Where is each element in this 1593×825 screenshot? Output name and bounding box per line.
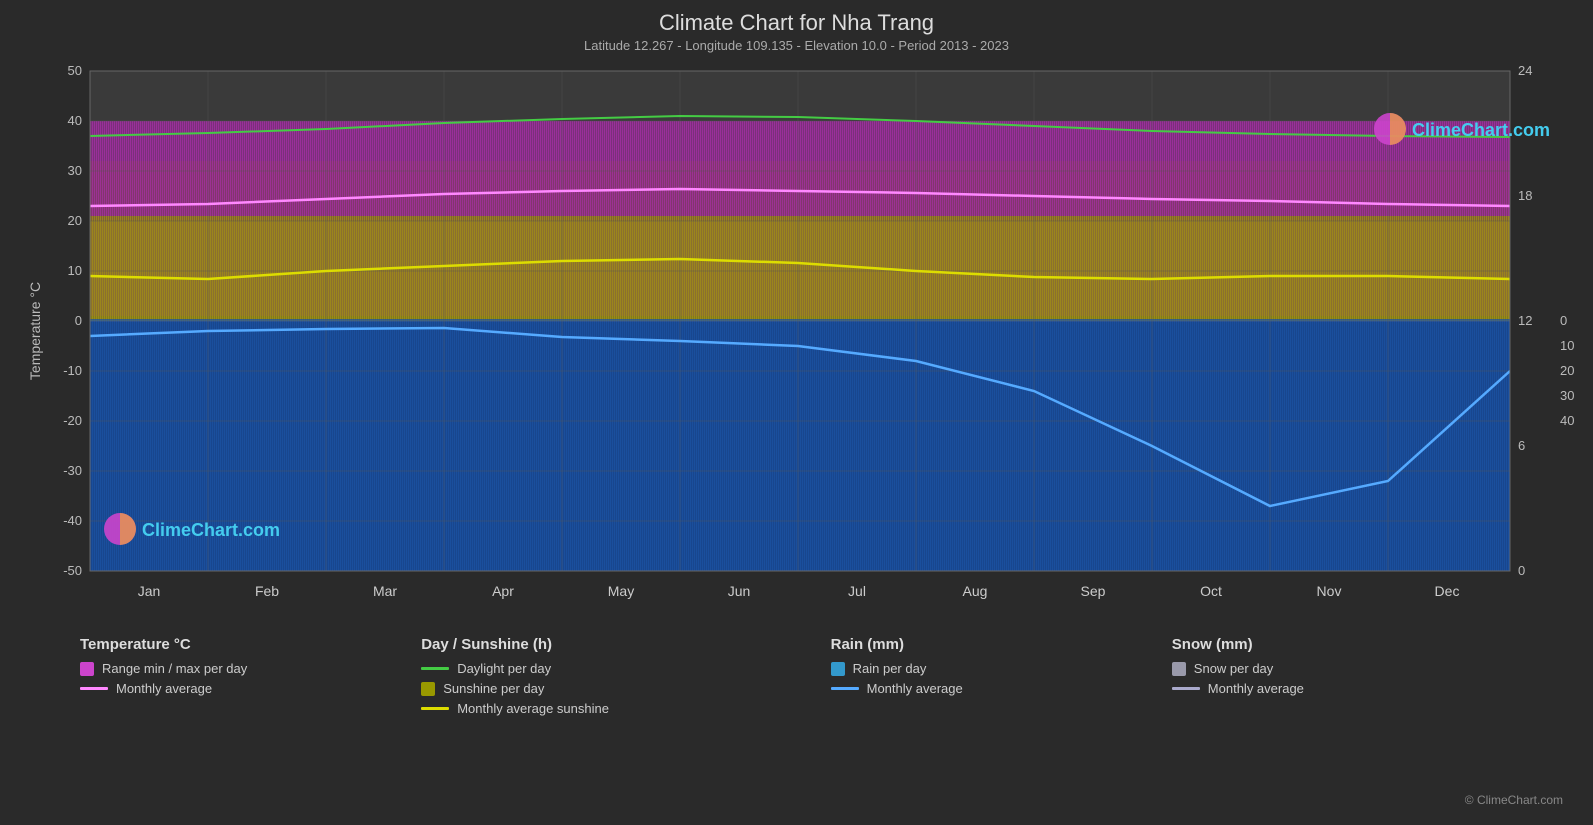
svg-text:ClimeChart.com: ClimeChart.com [142, 520, 280, 540]
legend-temp-range-label: Range min / max per day [102, 661, 247, 676]
svg-text:0: 0 [75, 313, 82, 328]
svg-text:20: 20 [68, 213, 82, 228]
svg-text:-10: -10 [63, 363, 82, 378]
main-chart-svg: 50 40 30 20 10 0 -10 -20 -30 -40 -50 Tem… [20, 61, 1580, 626]
avg-sunshine-swatch [421, 707, 449, 710]
svg-text:Nov: Nov [1317, 583, 1342, 599]
legend-snow-label: Snow per day [1194, 661, 1274, 676]
legend-daylight: Daylight per day [421, 661, 830, 676]
rain-swatch [831, 662, 845, 676]
svg-text:-20: -20 [63, 413, 82, 428]
chart-container: Climate Chart for Nha Trang Latitude 12.… [0, 0, 1593, 825]
legend-area: Temperature °C Range min / max per day M… [20, 636, 1573, 721]
svg-text:40: 40 [68, 113, 82, 128]
svg-text:24: 24 [1518, 63, 1532, 78]
legend-temperature: Temperature °C Range min / max per day M… [80, 636, 421, 721]
svg-text:30: 30 [68, 163, 82, 178]
svg-text:Feb: Feb [255, 583, 279, 599]
snow-avg-swatch [1172, 687, 1200, 690]
legend-sun-title: Day / Sunshine (h) [421, 636, 830, 653]
svg-text:12: 12 [1518, 313, 1532, 328]
legend-rain: Rain (mm) Rain per day Monthly average [831, 636, 1172, 721]
legend-snow-avg: Monthly average [1172, 681, 1513, 696]
legend-snow-per-day: Snow per day [1172, 661, 1513, 676]
svg-text:Aug: Aug [963, 583, 988, 599]
legend-avg-sunshine-label: Monthly average sunshine [457, 701, 609, 716]
legend-sunshine: Day / Sunshine (h) Daylight per day Suns… [421, 636, 830, 721]
legend-temp-avg: Monthly average [80, 681, 421, 696]
svg-text:50: 50 [68, 63, 82, 78]
rain-avg-swatch [831, 687, 859, 690]
legend-rain-avg-label: Monthly average [867, 681, 963, 696]
svg-text:Jun: Jun [728, 583, 751, 599]
svg-text:Jan: Jan [138, 583, 161, 599]
legend-sunshine-per-day: Sunshine per day [421, 681, 830, 696]
svg-text:Oct: Oct [1200, 583, 1222, 599]
legend-avg-sunshine: Monthly average sunshine [421, 701, 830, 716]
svg-text:-30: -30 [63, 463, 82, 478]
legend-rain-title: Rain (mm) [831, 636, 1172, 653]
legend-snow-avg-label: Monthly average [1208, 681, 1304, 696]
temp-avg-swatch [80, 687, 108, 690]
svg-text:May: May [608, 583, 634, 599]
legend-temp-range: Range min / max per day [80, 661, 421, 676]
svg-text:0: 0 [1518, 563, 1525, 578]
svg-text:20: 20 [1560, 363, 1574, 378]
chart-subtitle: Latitude 12.267 - Longitude 109.135 - El… [20, 38, 1573, 53]
legend-rain-label: Rain per day [853, 661, 927, 676]
svg-text:30: 30 [1560, 388, 1574, 403]
copyright: © ClimeChart.com [1465, 793, 1563, 807]
svg-text:Sep: Sep [1081, 583, 1106, 599]
svg-text:ClimeChart.com: ClimeChart.com [1412, 120, 1550, 140]
svg-text:40: 40 [1560, 413, 1574, 428]
svg-text:Temperature °C: Temperature °C [27, 282, 43, 380]
legend-rain-per-day: Rain per day [831, 661, 1172, 676]
svg-text:Mar: Mar [373, 583, 397, 599]
daylight-swatch [421, 667, 449, 670]
svg-text:18: 18 [1518, 188, 1532, 203]
legend-temp-title: Temperature °C [80, 636, 421, 653]
snow-swatch [1172, 662, 1186, 676]
svg-text:-40: -40 [63, 513, 82, 528]
svg-text:10: 10 [68, 263, 82, 278]
svg-text:-50: -50 [63, 563, 82, 578]
legend-rain-avg: Monthly average [831, 681, 1172, 696]
legend-snow-title: Snow (mm) [1172, 636, 1513, 653]
svg-text:10: 10 [1560, 338, 1574, 353]
legend-snow: Snow (mm) Snow per day Monthly average [1172, 636, 1513, 721]
svg-text:Dec: Dec [1435, 583, 1460, 599]
legend-daylight-label: Daylight per day [457, 661, 551, 676]
sunshine-swatch [421, 682, 435, 696]
svg-text:0: 0 [1560, 313, 1567, 328]
legend-temp-avg-label: Monthly average [116, 681, 212, 696]
svg-text:Apr: Apr [492, 583, 514, 599]
legend-sunshine-label: Sunshine per day [443, 681, 544, 696]
temp-range-swatch [80, 662, 94, 676]
chart-title: Climate Chart for Nha Trang [20, 10, 1573, 36]
svg-text:Jul: Jul [848, 583, 866, 599]
svg-text:6: 6 [1518, 438, 1525, 453]
